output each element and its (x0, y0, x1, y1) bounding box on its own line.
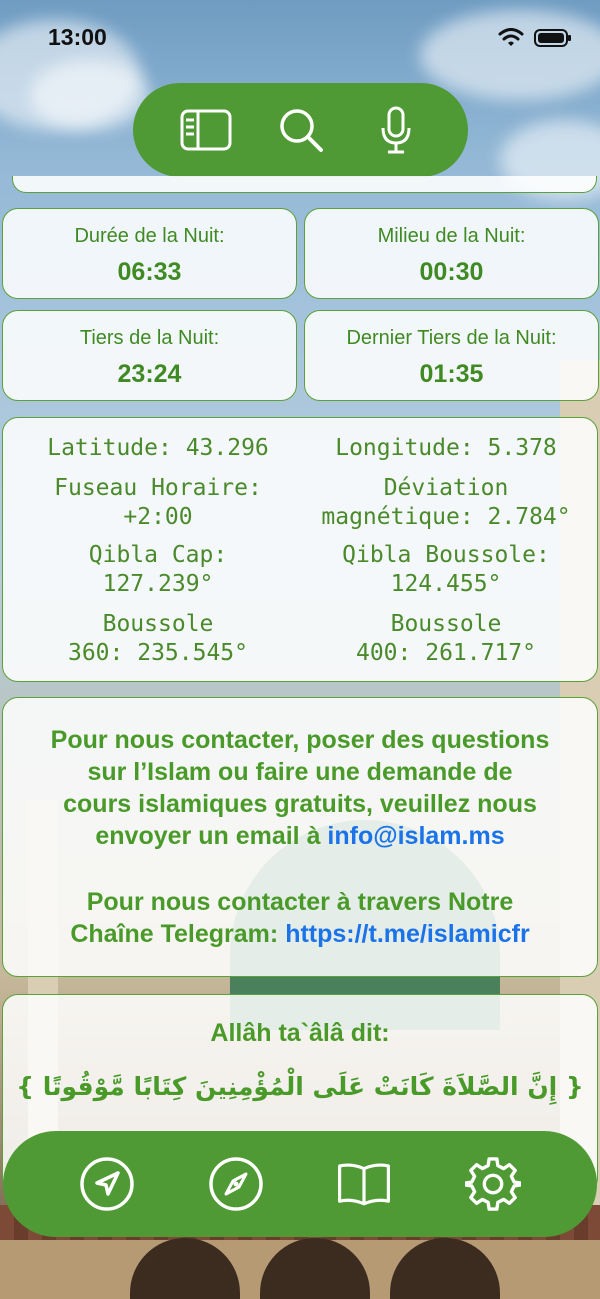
previous-card-edge (12, 176, 597, 193)
compass360-label: Boussole (102, 611, 214, 637)
quote-title: Allâh ta`âlâ dit: (210, 1019, 390, 1047)
settings-gear-icon[interactable] (464, 1156, 521, 1212)
qibla-compass-label: Qibla Boussole: (342, 542, 550, 568)
contact-line-3: cours islamiques gratuits, veuillez nous (63, 790, 537, 818)
deviation-label: Déviation (383, 475, 509, 501)
telegram-link[interactable]: https://t.me/islamicfr (285, 920, 530, 948)
status-bar: 13:00 (0, 0, 600, 78)
contact-line-6: Chaîne Telegram: https://t.me/islamicfr (3, 918, 597, 950)
qibla-compass-value: 124.455° (390, 571, 502, 597)
night-third-card: Tiers de la Nuit: 23:24 (2, 310, 297, 401)
book-icon[interactable] (336, 1156, 392, 1212)
telegram-prefix: Chaîne Telegram: (70, 920, 286, 948)
night-last-third-label: Dernier Tiers de la Nuit: (346, 327, 557, 349)
night-middle-card: Milieu de la Nuit: 00:30 (304, 208, 599, 299)
sidebar-icon[interactable] (178, 102, 234, 158)
battery-icon (534, 28, 572, 53)
qibla-cap-value: 127.239° (102, 571, 214, 597)
contact-line-4: envoyer un email à info@islam.ms (3, 820, 597, 852)
night-duration-value: 06:33 (117, 258, 182, 286)
timezone-value: +2:00 (123, 504, 193, 530)
deviation-value: magnétique: 2.784° (321, 504, 571, 530)
contact-spacer (3, 852, 597, 886)
night-middle-value: 00:30 (419, 258, 484, 286)
top-toolbar (133, 83, 468, 177)
status-time: 13:00 (48, 24, 107, 50)
email-link[interactable]: info@islam.ms (327, 822, 504, 850)
contact-card: Pour nous contacter, poser des questions… (2, 697, 598, 977)
timezone-label: Fuseau Horaire: (54, 475, 262, 501)
location-arrow-icon[interactable] (79, 1156, 135, 1212)
longitude-text: Longitude: 5.378 (335, 435, 557, 461)
night-third-value: 23:24 (117, 360, 182, 388)
quote-arabic-text: { إِنَّ الصَّلاَةَ كَانَتْ عَلَى الْمُؤْ… (16, 1072, 584, 1101)
latitude-text: Latitude: 43.296 (47, 435, 269, 461)
night-middle-label: Milieu de la Nuit: (377, 225, 526, 247)
compass400-label: Boussole (390, 611, 502, 637)
compass400-value: 400: 261.717° (355, 640, 536, 666)
wifi-icon (498, 28, 524, 53)
night-duration-label: Durée de la Nuit: (74, 225, 225, 247)
compass360-value: 360: 235.545° (67, 640, 248, 666)
night-third-label: Tiers de la Nuit: (79, 327, 220, 349)
bottom-tab-bar (3, 1131, 597, 1237)
contact-line-5: Pour nous contacter à travers Notre (86, 888, 514, 916)
night-last-third-card: Dernier Tiers de la Nuit: 01:35 (304, 310, 599, 401)
night-duration-card: Durée de la Nuit: 06:33 (2, 208, 297, 299)
microphone-icon[interactable] (368, 102, 424, 158)
coordinates-card: Latitude: 43.296 Longitude: 5.378 Fuseau… (2, 417, 598, 682)
contact-email-prefix: envoyer un email à (95, 822, 328, 850)
status-icons (498, 28, 572, 53)
qibla-cap-label: Qibla Cap: (88, 542, 228, 568)
night-last-third-value: 01:35 (419, 360, 484, 388)
contact-line-1: Pour nous contacter, poser des questions (50, 726, 550, 754)
compass-icon[interactable] (208, 1156, 264, 1212)
search-icon[interactable] (273, 102, 329, 158)
contact-line-2: sur l’Islam ou faire une demande de (87, 758, 513, 786)
